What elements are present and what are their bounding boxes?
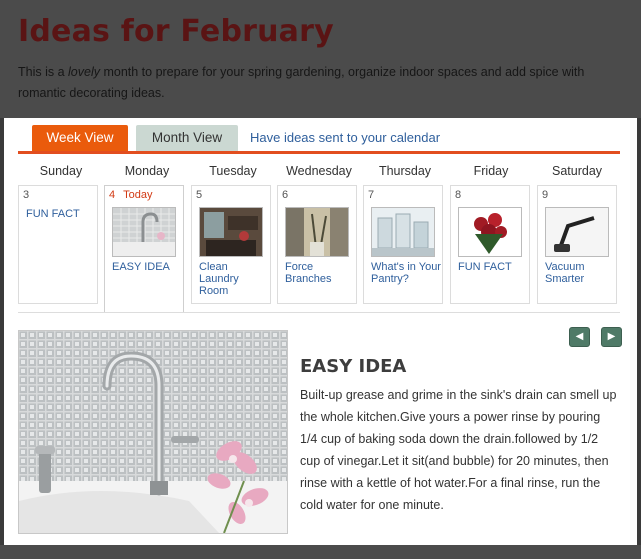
page-title: Ideas for February	[18, 14, 334, 49]
day-cell-monday[interactable]: 4 Today EASY IDEA	[104, 185, 184, 312]
feature-title: EASY IDEA	[300, 356, 407, 377]
panel-border-bottom	[0, 545, 641, 559]
day-cell-wednesday[interactable]: 6 Force Branches	[277, 185, 357, 304]
idea-thumbnail-branches[interactable]	[285, 207, 349, 257]
day-cell-tuesday[interactable]: 5 Clean Laundry Room	[191, 185, 271, 304]
idea-link-fun-fact[interactable]: FUN FACT	[26, 208, 96, 220]
idea-link-vacuum-smarter[interactable]: Vacuum Smarter	[545, 261, 615, 285]
next-idea-button[interactable]: ▶	[601, 327, 622, 347]
intro-emphasis: lovely	[68, 65, 100, 79]
day-number: 7	[368, 189, 375, 201]
day-number: 9	[542, 189, 549, 201]
weekday-thursday: Thursday	[378, 164, 432, 178]
feature-image-faucet	[18, 330, 288, 534]
idea-link-clean-laundry-room[interactable]: Clean Laundry Room	[199, 261, 269, 297]
day-cell-saturday[interactable]: 9 Vacuum Smarter	[537, 185, 617, 304]
idea-link-force-branches[interactable]: Force Branches	[285, 261, 355, 285]
calendar-divider	[18, 312, 620, 313]
chevron-right-icon: ▶	[607, 331, 616, 342]
tab-week-view[interactable]: Week View	[32, 125, 128, 151]
idea-link-easy-idea[interactable]: EASY IDEA	[112, 261, 182, 273]
idea-thumbnail-laundry-room[interactable]	[199, 207, 263, 257]
page-intro: This is a lovely month to prepare for yo…	[18, 62, 618, 104]
idea-thumbnail-faucet[interactable]	[112, 207, 176, 257]
tab-month-view[interactable]: Month View	[136, 125, 238, 151]
intro-text-end: month to prepare for your spring gardeni…	[18, 65, 585, 100]
page-header: Ideas for February This is a lovely mont…	[0, 0, 641, 118]
previous-idea-button[interactable]: ◀	[569, 327, 590, 347]
day-number: 4 Today	[109, 189, 152, 201]
calendar-subscribe-link[interactable]: Have ideas sent to your calendar	[250, 130, 440, 145]
day-number-value: 4	[109, 189, 116, 201]
intro-text-start: This is a	[18, 65, 69, 79]
day-cell-thursday[interactable]: 7 What's in Your Pantry?	[363, 185, 443, 304]
idea-thumbnail-roses[interactable]	[458, 207, 522, 257]
weekday-sunday: Sunday	[39, 164, 83, 178]
day-number: 8	[455, 189, 462, 201]
weekday-wednesday: Wednesday	[286, 164, 352, 178]
idea-thumbnail-pantry[interactable]	[371, 207, 435, 257]
day-cell-sunday[interactable]: 3 FUN FACT	[18, 185, 98, 304]
tab-underline	[18, 151, 620, 154]
ideas-panel: Week View Month View Have ideas sent to …	[4, 118, 637, 545]
day-cell-friday[interactable]: 8 FUN FACT	[450, 185, 530, 304]
day-number: 6	[282, 189, 289, 201]
day-number: 3	[23, 189, 30, 201]
weekday-friday: Friday	[473, 164, 509, 178]
today-label: Today	[123, 189, 153, 201]
idea-thumbnail-vacuum[interactable]	[545, 207, 609, 257]
idea-link-pantry[interactable]: What's in Your Pantry?	[371, 261, 441, 285]
idea-link-fun-fact-friday[interactable]: FUN FACT	[458, 261, 528, 273]
weekday-saturday: Saturday	[551, 164, 603, 178]
weekday-tuesday: Tuesday	[209, 164, 257, 178]
feature-description: Built-up grease and grime in the sink's …	[300, 388, 617, 512]
weekday-monday: Monday	[124, 164, 170, 178]
day-number: 5	[196, 189, 203, 201]
panel-border-right	[637, 118, 641, 559]
chevron-left-icon: ◀	[575, 331, 584, 342]
